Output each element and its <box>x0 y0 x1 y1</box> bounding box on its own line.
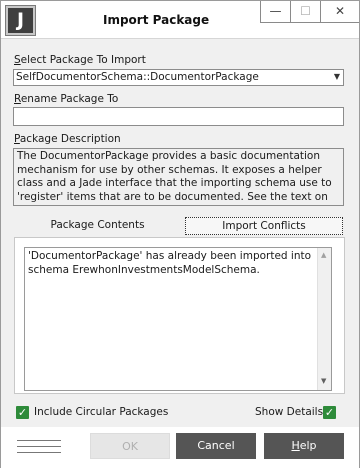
tab-panel: 'DocumentorPackage' has already been imp… <box>14 237 345 394</box>
close-icon: ✕ <box>334 4 346 18</box>
conflicts-textarea[interactable]: 'DocumentorPackage' has already been imp… <box>24 247 332 391</box>
conflicts-text: 'DocumentorPackage' has already been imp… <box>28 250 312 276</box>
close-button[interactable]: ✕ <box>320 1 359 23</box>
app-logo: J <box>5 5 36 36</box>
vertical-scrollbar[interactable]: ▲ ▼ <box>317 248 331 390</box>
cancel-button[interactable]: Cancel <box>176 433 256 459</box>
package-description-text[interactable]: The DocumentorPackage provides a basic d… <box>13 148 344 206</box>
show-details-checkbox[interactable]: ✓ <box>323 406 336 419</box>
title-bar[interactable]: J Import Package — ☐ ✕ <box>1 1 359 39</box>
select-package-label: Select Package To Import <box>14 54 146 66</box>
tab-strip: Package Contents Import Conflicts <box>14 216 345 236</box>
rename-package-label: Rename Package To <box>14 93 119 105</box>
tab-import-conflicts[interactable]: Import Conflicts <box>185 217 343 235</box>
minimize-button[interactable]: — <box>260 1 290 23</box>
include-circular-label[interactable]: Include Circular Packages <box>34 406 168 418</box>
tab-package-contents[interactable]: Package Contents <box>14 216 181 236</box>
maximize-icon: ☐ <box>300 4 311 18</box>
button-bar: OK Cancel Help <box>1 427 359 468</box>
rename-package-input[interactable] <box>13 107 344 126</box>
scroll-down-icon[interactable]: ▼ <box>321 375 326 389</box>
chevron-down-icon[interactable]: ▼ <box>334 72 340 81</box>
show-details-label[interactable]: Show Details <box>255 406 323 418</box>
include-circular-checkbox[interactable]: ✓ <box>16 406 29 419</box>
checkmark-icon: ✓ <box>324 406 335 419</box>
dialog-title: Import Package <box>103 13 210 27</box>
maximize-button[interactable]: ☐ <box>290 1 320 23</box>
ok-button[interactable]: OK <box>90 433 170 459</box>
package-description-label: Package Description <box>14 133 121 145</box>
import-package-dialog: J Import Package — ☐ ✕ Select Package To… <box>0 0 360 468</box>
minimize-icon: — <box>269 4 282 18</box>
package-select[interactable]: SelfDocumentorSchema::DocumentorPackage … <box>13 69 344 86</box>
checkmark-icon: ✓ <box>17 406 28 419</box>
package-select-value: SelfDocumentorSchema::DocumentorPackage <box>16 71 259 83</box>
scroll-up-icon[interactable]: ▲ <box>321 249 326 263</box>
help-button[interactable]: Help <box>264 433 344 459</box>
menu-icon[interactable] <box>17 440 61 456</box>
